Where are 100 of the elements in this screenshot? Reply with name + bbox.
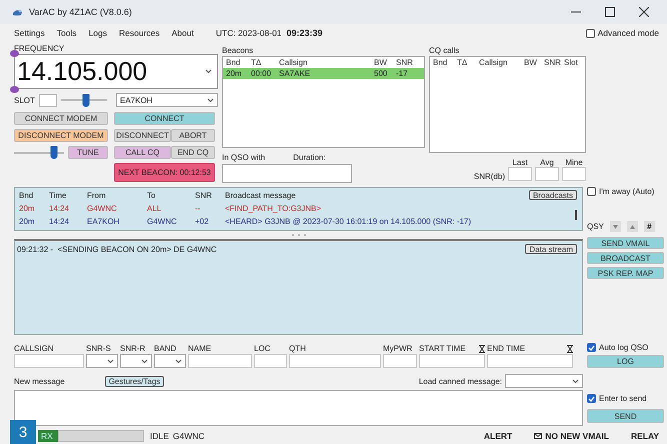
checkbox-label: Enter to send (599, 394, 647, 403)
input-field[interactable] (419, 354, 485, 368)
tags-button[interactable]: Gestures/Tags (104, 376, 164, 386)
duration-label: Duration: (293, 153, 326, 162)
status-item: ALERT (484, 431, 512, 441)
hourglass-icon[interactable] (567, 344, 573, 352)
dropdown[interactable] (86, 354, 118, 368)
column-header: Bnd (226, 58, 242, 67)
column-header: To (147, 191, 156, 200)
checkbox[interactable] (587, 343, 596, 352)
column-header: Time (49, 191, 66, 200)
input-field[interactable] (254, 354, 287, 368)
table-cell-text: EA7KOH (87, 217, 120, 226)
slider-thumb[interactable] (82, 94, 90, 106)
send-button[interactable]: SEND (587, 409, 664, 423)
dropdown[interactable] (120, 354, 152, 368)
data-stream-button[interactable]: Data stream (525, 244, 577, 254)
utc-time: 09:23:39 (286, 28, 323, 38)
table-cell-text: <FIND_PATH_TO:G3JNB> (225, 204, 322, 213)
action-button[interactable]: NEXT BEACON: 00:12:53 (114, 163, 215, 182)
handle-icon (10, 86, 19, 93)
table-cell-text: 20m (19, 217, 36, 226)
input-field[interactable] (14, 354, 84, 368)
table-cell-text: +02 (195, 217, 210, 226)
qso-field[interactable] (222, 164, 352, 183)
field-label: MyPWR (383, 344, 412, 353)
table-cell-text: -17 (396, 69, 409, 78)
checkbox[interactable] (587, 394, 596, 403)
broadcasts-button[interactable]: Broadcasts (528, 190, 577, 200)
snr-field[interactable] (508, 167, 532, 181)
input-field[interactable] (188, 354, 252, 368)
input-field[interactable] (383, 354, 417, 368)
canned-message-dropdown[interactable] (505, 374, 583, 388)
side-button[interactable]: PSK REP. MAP (587, 267, 664, 279)
menu-item[interactable]: Settings (14, 28, 45, 38)
menu-item[interactable]: Resources (119, 28, 160, 38)
caret-icon (205, 69, 212, 74)
field-label: BAND (154, 344, 176, 353)
side-button[interactable]: BROADCAST (587, 252, 664, 264)
status-text: IDLE (150, 431, 169, 441)
action-button[interactable]: DISCONNECT (114, 129, 171, 142)
input-field[interactable] (487, 354, 573, 368)
column-header: Callsign (479, 58, 508, 67)
column-header: SNR (544, 58, 562, 67)
action-button[interactable]: CONNECT MODEM (14, 112, 108, 125)
action-button[interactable]: ABORT (171, 129, 215, 142)
slot-label: SLOT (14, 96, 35, 104)
panel-label: CQ calls (429, 46, 460, 56)
log-button[interactable]: LOG (587, 355, 664, 368)
menu-item[interactable]: Logs (88, 28, 107, 38)
table-cell-text: 14:24 (49, 217, 70, 226)
snr-column-label: Last (511, 158, 529, 167)
action-button[interactable]: TUNE (68, 146, 108, 159)
menu-item[interactable]: About (172, 28, 194, 38)
qsy-label: QSY (587, 222, 604, 231)
field-label: NAME (188, 344, 212, 353)
action-button[interactable]: DISCONNECT MODEM (14, 129, 108, 142)
snr-field[interactable] (535, 167, 559, 181)
dropdown[interactable] (154, 354, 186, 368)
menu-item[interactable]: Tools (56, 28, 77, 38)
slot-field[interactable] (38, 94, 57, 106)
hourglass-icon[interactable] (479, 344, 485, 352)
table-cell-text: G4WNC (87, 204, 118, 213)
frequency-label: FREQUENCY (14, 44, 66, 54)
field-label: LOC (254, 344, 270, 353)
status-callsign: G4WNC (172, 431, 205, 441)
table-cell-text: ALL (147, 204, 162, 213)
message-field[interactable] (14, 390, 583, 426)
utc-date: UTC: 2023-08-01 (216, 28, 282, 38)
checkbox[interactable] (587, 187, 596, 196)
checkbox[interactable] (586, 28, 595, 38)
app-icon (12, 8, 23, 16)
table-cell-text: 20m (19, 204, 36, 213)
scrollbar-thumb[interactable] (575, 210, 577, 220)
caret-icon (207, 98, 214, 102)
minimize-icon (571, 11, 581, 13)
qsy-button[interactable] (610, 221, 621, 232)
field-label: END TIME (487, 344, 526, 353)
qsy-button[interactable]: # (644, 221, 655, 232)
window-title: VarAC by 4Z1AC (V8.0.6) (29, 7, 132, 17)
column-header: Slot (564, 58, 579, 67)
snr-field[interactable] (562, 167, 586, 181)
slider-thumb[interactable] (50, 146, 58, 159)
action-button[interactable]: END CQ (171, 146, 215, 159)
side-button[interactable]: SEND VMAIL (587, 237, 664, 249)
action-button[interactable]: CONNECT (114, 112, 215, 125)
column-header: Bnd (19, 191, 34, 200)
input-field[interactable] (289, 354, 381, 368)
table-row[interactable]: 20m 00:00 SA7AKE 500 -17 (223, 68, 424, 79)
qsy-button[interactable] (626, 221, 638, 232)
mode-indicator: RX (38, 430, 58, 442)
table-cell-text: 20m (226, 69, 243, 78)
checkbox-label: Auto log QSO (599, 343, 648, 352)
column-header: TΔ (251, 58, 262, 67)
field-label: START TIME (419, 344, 466, 353)
callsign-select[interactable]: EA7KOH (116, 93, 218, 107)
figure-number-badge: 3 (10, 420, 36, 444)
action-button[interactable]: CALL CQ (114, 146, 171, 159)
snr-column-label: Mine (564, 158, 584, 167)
triangle-down-icon (612, 224, 618, 228)
